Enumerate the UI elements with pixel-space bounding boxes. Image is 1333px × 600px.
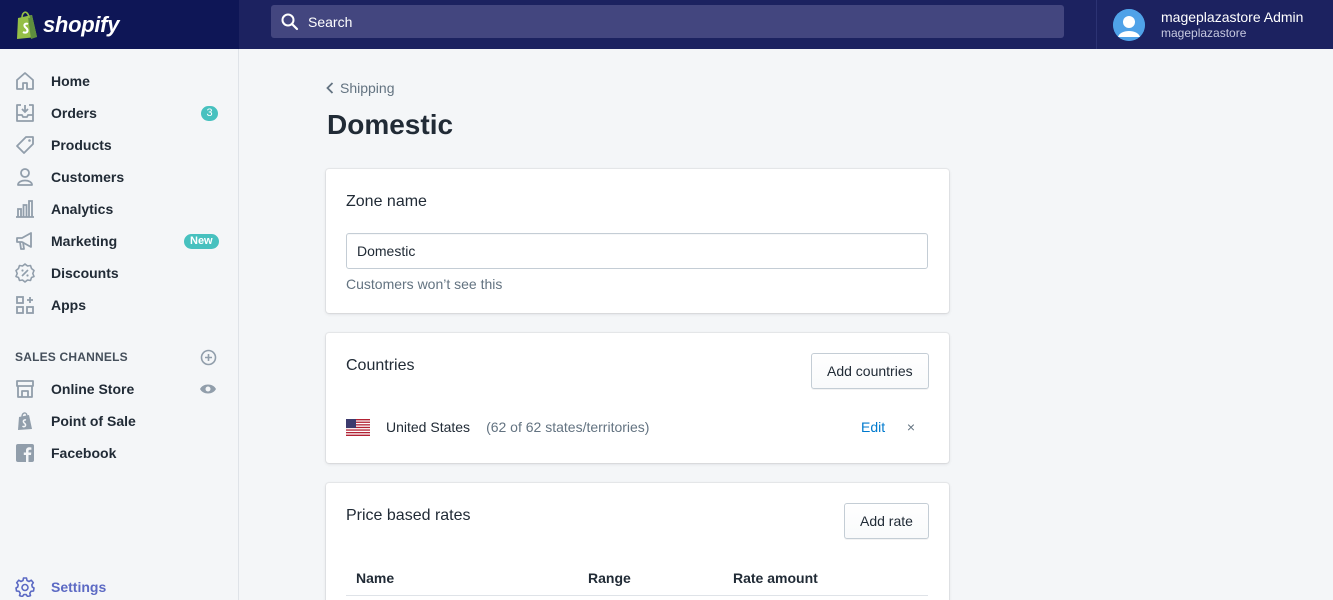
sidebar-item-label: Analytics [51,201,114,217]
sidebar-item-home[interactable]: Home [0,65,239,97]
sidebar-item-label: Facebook [51,445,117,461]
column-header-rate-amount: Rate amount [733,570,818,586]
tag-icon [14,134,36,156]
sidebar-item-discounts[interactable]: Discounts [0,257,239,289]
sidebar-item-facebook[interactable]: Facebook [0,437,239,469]
megaphone-icon [14,230,36,252]
countries-title: Countries [346,357,415,374]
sidebar-item-label: Home [51,73,90,89]
main-content: Shipping Domestic Zone name Customers wo… [240,49,1333,600]
sidebar-item-orders[interactable]: Orders 3 [0,97,239,129]
person-icon [14,166,36,188]
edit-country-link[interactable]: Edit [861,419,885,435]
bar-chart-icon [14,198,36,220]
sidebar-item-label: Settings [51,579,107,595]
breadcrumb-shipping[interactable]: Shipping [340,80,395,96]
orders-count-badge: 3 [201,105,218,121]
sidebar-item-marketing[interactable]: Marketing New [0,225,239,257]
sidebar-item-label: Online Store [51,381,135,397]
countries-card: Countries Add countries United States (6… [326,333,949,463]
gear-icon [14,576,36,598]
sidebar-item-label: Orders [51,105,97,121]
brand-name: shopify [43,11,120,37]
country-row: United States (62 of 62 states/territori… [346,417,928,437]
apps-icon [14,294,36,316]
sidebar: Home Orders 3 Products Customers Analyti… [0,49,239,600]
sidebar-item-products[interactable]: Products [0,129,239,161]
view-store-eye-icon[interactable] [199,380,217,398]
column-header-name: Name [356,570,395,586]
avatar[interactable] [1113,8,1145,41]
sidebar-item-customers[interactable]: Customers [0,161,239,193]
sidebar-item-analytics[interactable]: Analytics [0,193,239,225]
price-rates-title: Price based rates [346,507,471,524]
user-avatar-icon [1113,8,1145,41]
sidebar-item-label: Discounts [51,265,119,281]
user-name: mageplazastore Admin [1161,8,1304,25]
search-bar[interactable]: Search [271,5,1064,38]
remove-country-button[interactable]: × [902,418,920,436]
column-header-range: Range [588,570,631,586]
us-flag-icon [346,418,370,436]
store-icon [14,378,36,400]
chevron-left-icon [326,82,334,94]
zone-name-title: Zone name [346,193,427,210]
facebook-icon [14,442,36,464]
shopify-bag-icon [17,10,37,39]
sales-channels-heading: SALES CHANNELS [15,350,128,364]
close-icon: × [906,419,916,435]
sidebar-item-label: Marketing [51,233,118,249]
sidebar-item-label: Customers [51,169,125,185]
price-rates-card: Price based rates Add rate Name Range Ra… [326,483,949,600]
orders-icon [14,102,36,124]
sidebar-item-apps[interactable]: Apps [0,289,239,321]
add-countries-button[interactable]: Add countries [811,353,929,389]
new-badge: New [184,233,219,249]
add-channel-icon[interactable] [199,348,217,366]
user-menu[interactable]: mageplazastore Admin mageplazastore [1096,0,1333,49]
search-input[interactable]: Search [308,14,352,30]
user-store: mageplazastore [1161,25,1247,40]
sidebar-item-label: Apps [51,297,86,313]
breadcrumb[interactable]: Shipping [326,80,395,96]
home-icon [14,70,36,92]
country-name: United States [386,419,471,435]
discount-icon [14,262,36,284]
sidebar-item-label: Point of Sale [51,413,136,429]
country-detail: (62 of 62 states/territories) [486,419,650,435]
zone-name-input[interactable] [346,233,928,269]
sidebar-item-label: Products [51,137,112,153]
search-icon [281,13,299,30]
sidebar-item-point-of-sale[interactable]: Point of Sale [0,405,239,437]
sidebar-item-settings[interactable]: Settings [0,571,239,600]
top-bar: shopify Search mageplazastore Admin mage… [0,0,1333,49]
zone-name-help-text: Customers won’t see this [346,276,503,292]
table-header-divider [346,595,928,596]
add-rate-button[interactable]: Add rate [844,503,929,539]
pos-bag-icon [14,410,36,432]
zone-name-card: Zone name Customers won’t see this [326,169,949,313]
page-title: Domestic [327,109,454,140]
logo[interactable]: shopify [0,0,239,49]
